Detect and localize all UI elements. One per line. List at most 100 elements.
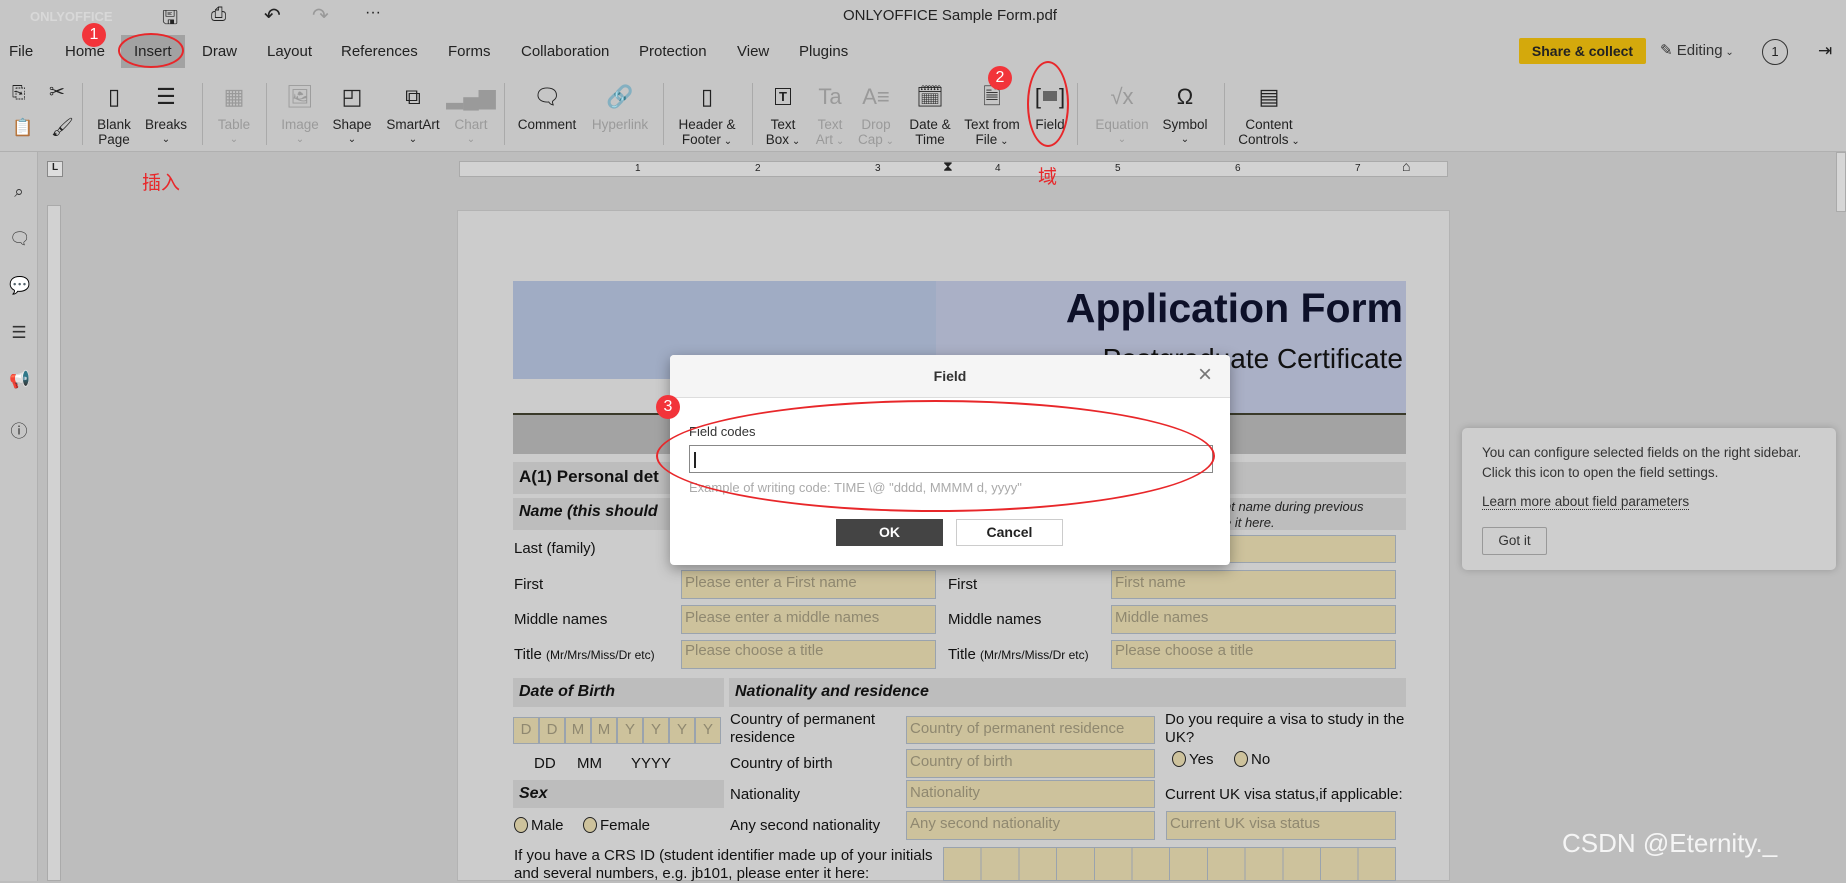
right-indent-marker-icon[interactable]: ⌂ <box>1402 158 1410 174</box>
info-icon[interactable]: ⓘ <box>9 417 29 441</box>
prev-middle-names-field[interactable]: Middle names <box>1111 605 1396 634</box>
prev-title-select[interactable]: Please choose a title <box>1111 640 1396 669</box>
content-controls-icon: ▤ <box>1258 83 1280 109</box>
radio-icon <box>1234 751 1248 767</box>
prev-title-label: Title (Mr/Mrs/Miss/Dr etc) <box>948 646 1089 663</box>
form-title: Application Form <box>1065 285 1403 331</box>
users-avatar[interactable]: 1 <box>1762 39 1788 65</box>
symbol-button[interactable]: Ω Symbol ⌄ <box>1145 79 1225 147</box>
label: Footer ⌄ <box>681 132 733 147</box>
nationality-field[interactable]: Nationality <box>906 780 1155 808</box>
tab-forms[interactable]: Forms <box>448 43 491 60</box>
print-icon[interactable]: ⎙ <box>211 4 226 26</box>
dob-box[interactable]: M <box>591 717 617 744</box>
content-controls-button[interactable]: ▤ Content Controls ⌄ <box>1229 79 1309 149</box>
note-line: nt name during previous <box>1224 499 1364 514</box>
radio-icon <box>514 817 528 833</box>
radio-icon <box>583 817 597 833</box>
tab-collaboration[interactable]: Collaboration <box>521 43 609 60</box>
first-name-field[interactable]: Please enter a First name <box>681 570 936 599</box>
save-icon[interactable]: 🖫 <box>162 4 178 36</box>
app-logo: ONLYOFFICE <box>30 9 113 24</box>
last-name-label: Last (family) <box>514 540 596 557</box>
navigation-icon[interactable]: ☰ <box>9 323 29 343</box>
tab-stop-selector[interactable]: L <box>47 161 63 177</box>
got-it-button[interactable]: Got it <box>1482 527 1547 555</box>
permanent-residence-field[interactable]: Country of permanent residence <box>906 716 1155 744</box>
tab-references[interactable]: References <box>341 43 418 60</box>
editing-mode-dropdown[interactable]: ✎ Editing ⌄ <box>1660 41 1734 59</box>
format-painter-icon[interactable]: 🖌 <box>51 117 74 138</box>
label: Header & <box>678 117 736 132</box>
comments-icon[interactable]: 🗨 <box>9 229 31 249</box>
nationality-heading: Nationality and residence <box>729 678 1406 707</box>
copy-icon[interactable]: ⎘ <box>12 83 26 103</box>
dob-box[interactable]: Y <box>669 717 695 744</box>
label: File ⌄ <box>975 132 1009 147</box>
paste-icon[interactable]: 📋 <box>12 118 33 138</box>
middle-names-field[interactable]: Please enter a middle names <box>681 605 936 634</box>
dob-box[interactable]: M <box>565 717 591 744</box>
header-footer-button[interactable]: ▯ Header & Footer ⌄ <box>667 79 747 149</box>
annotation-ellipse <box>656 400 1215 512</box>
crs-id-input[interactable] <box>943 847 1396 881</box>
chat-icon[interactable]: 💬 <box>9 276 30 296</box>
tab-file[interactable]: File <box>9 43 33 60</box>
cancel-button[interactable]: Cancel <box>956 519 1063 546</box>
chart-button[interactable]: ▂▄▆ Chart ⌄ <box>431 79 511 147</box>
country-of-birth-field[interactable]: Country of birth <box>906 749 1155 778</box>
dob-input[interactable]: D D M M Y Y Y Y <box>513 717 721 744</box>
redo-icon[interactable]: ↷ <box>312 3 329 28</box>
annotation-ellipse <box>118 33 184 68</box>
sex-male-radio[interactable]: Male <box>514 817 564 834</box>
more-icon[interactable]: ··· <box>365 4 381 22</box>
ok-button[interactable]: OK <box>836 519 943 546</box>
visa-status-field[interactable]: Current UK visa status <box>1166 811 1396 840</box>
ruler-number: 1 <box>635 163 641 174</box>
label: Hyperlink <box>591 117 649 132</box>
document-title: ONLYOFFICE Sample Form.pdf <box>843 7 1057 24</box>
dob-legend-dd: DD <box>534 755 556 772</box>
tab-view[interactable]: View <box>737 43 769 60</box>
dob-box[interactable]: D <box>539 717 565 744</box>
ruler-number: 7 <box>1355 163 1361 174</box>
visa-no-radio[interactable]: No <box>1234 751 1270 768</box>
insert-toolbar: ⎘ ✂ 📋 🖌 ▯ Blank Page ☰ Breaks ⌄ ▦ Table ⌄ 🖼 Ima… <box>0 75 1846 152</box>
dob-legend-mm: MM <box>577 755 602 772</box>
dob-heading: Date of Birth <box>513 678 724 707</box>
tab-plugins[interactable]: Plugins <box>799 43 848 60</box>
annotation-insert-cn: 插入 <box>142 173 181 194</box>
visa-status-label: Current UK visa status,if applicable: <box>1165 786 1403 803</box>
learn-more-link[interactable]: Learn more about field parameters <box>1482 494 1690 510</box>
second-nationality-field[interactable]: Any second nationality <box>906 811 1155 840</box>
tab-draw[interactable]: Draw <box>202 43 237 60</box>
comment-button[interactable]: 🗨 Comment <box>507 79 587 132</box>
feedback-icon[interactable]: 📢 <box>9 370 30 390</box>
share-collect-button[interactable]: Share & collect <box>1519 38 1646 64</box>
label: Controls ⌄ <box>1238 132 1300 147</box>
tab-protection[interactable]: Protection <box>639 43 707 60</box>
indent-marker-icon[interactable]: ⧗ <box>943 158 953 175</box>
annotation-field-cn: 域 <box>1038 167 1058 188</box>
prev-first-name-label: First <box>948 576 978 593</box>
dob-box[interactable]: Y <box>643 717 669 744</box>
search-icon[interactable]: ⌕ <box>9 182 29 202</box>
title-label: Title (Mr/Mrs/Miss/Dr etc) <box>514 646 655 663</box>
dob-box[interactable]: Y <box>695 717 721 744</box>
country-of-birth-label: Country of birth <box>730 755 833 772</box>
close-icon[interactable]: × <box>1198 361 1212 389</box>
dob-box[interactable]: Y <box>617 717 643 744</box>
exit-icon[interactable]: ⇥ <box>1818 41 1832 61</box>
cut-icon[interactable]: ✂ <box>49 81 65 104</box>
vertical-scrollbar[interactable] <box>1836 152 1846 212</box>
tab-layout[interactable]: Layout <box>267 43 312 60</box>
undo-icon[interactable]: ↶ <box>264 3 281 28</box>
hyperlink-icon: 🔗 <box>606 83 634 109</box>
prev-first-name-field[interactable]: First name <box>1111 570 1396 599</box>
visa-yes-radio[interactable]: Yes <box>1172 751 1213 768</box>
dob-box[interactable]: D <box>513 717 539 744</box>
title-select[interactable]: Please choose a title <box>681 640 936 669</box>
sex-female-radio[interactable]: Female <box>583 817 650 834</box>
hyperlink-button[interactable]: 🔗 Hyperlink <box>580 79 660 132</box>
chevron-down-icon: ⌄ <box>1180 134 1190 145</box>
